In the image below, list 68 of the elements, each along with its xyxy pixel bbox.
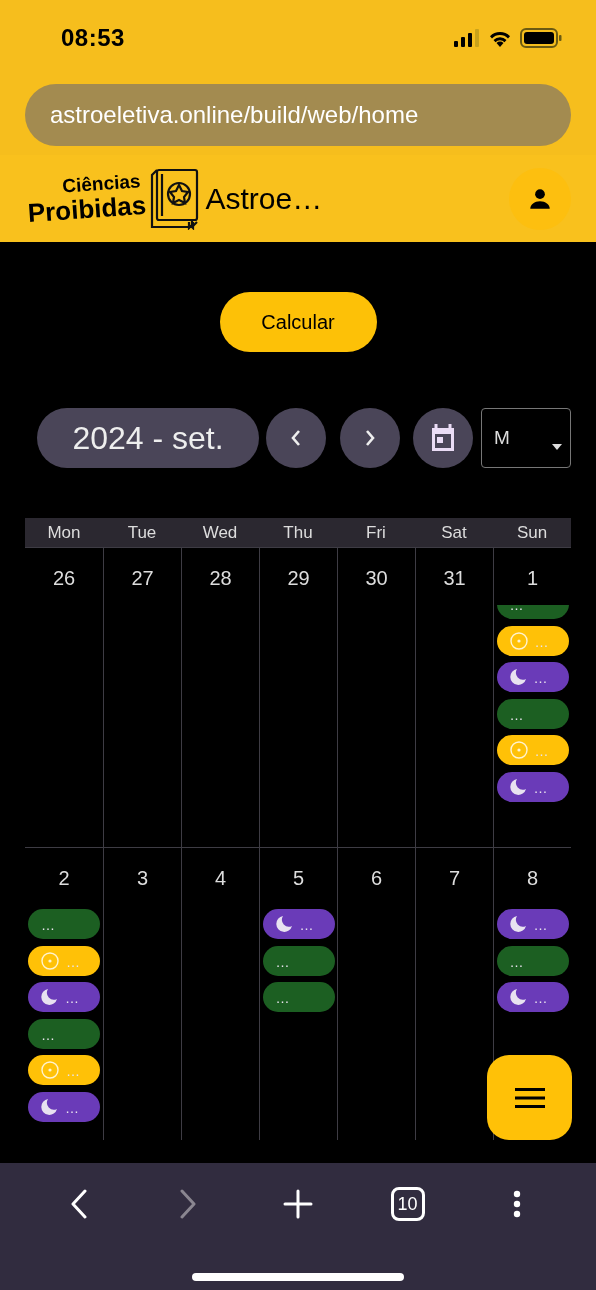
weekday-label: Sat <box>440 522 468 543</box>
moon-icon <box>39 1096 59 1117</box>
weekday-label: Tue <box>126 522 158 543</box>
chevron-right-icon <box>180 1189 197 1219</box>
event-chip[interactable]: … <box>28 1018 100 1049</box>
date-number: 31 <box>443 566 466 591</box>
date-number: 5 <box>292 866 305 891</box>
event-chip[interactable]: … <box>496 771 569 802</box>
dropdown-caret-icon <box>552 444 562 450</box>
event-chip[interactable]: … <box>28 1091 100 1122</box>
app-title: Astroe… <box>205 181 323 216</box>
event-chip[interactable]: … <box>28 909 100 939</box>
tabs-button[interactable]: 10 <box>390 1187 425 1221</box>
date-picker-button[interactable] <box>413 408 473 468</box>
plus-icon <box>283 1189 313 1219</box>
moon-icon <box>507 914 528 934</box>
date-number: 3 <box>136 866 149 891</box>
event-chip[interactable]: … <box>262 982 335 1012</box>
event-chip[interactable]: … <box>496 605 569 619</box>
view-dropdown[interactable]: M <box>481 408 571 468</box>
sun-icon <box>508 740 529 760</box>
event-chip[interactable]: … <box>496 982 569 1012</box>
weekday-label: Wed <box>201 522 239 543</box>
chevron-left-icon <box>290 428 302 448</box>
menu-icon <box>514 1086 545 1109</box>
date-number: 29 <box>287 566 310 591</box>
date-number: 6 <box>370 866 383 891</box>
chevron-left-icon <box>70 1189 87 1219</box>
date-number: 2 <box>58 866 70 891</box>
date-number: 27 <box>131 566 154 591</box>
moon-icon <box>507 667 528 687</box>
chevron-right-icon <box>364 428 376 448</box>
event-chip[interactable]: … <box>496 662 569 692</box>
weekday-label: Mon <box>46 522 82 543</box>
date-number: 7 <box>448 866 461 891</box>
logo-text: Ciências <box>61 170 142 197</box>
moon-icon <box>273 914 294 934</box>
date-number: 30 <box>365 566 388 591</box>
address-bar[interactable]: astroeletiva.online/build/web/home <box>25 84 571 146</box>
event-chip[interactable]: … <box>496 698 569 729</box>
date-number: 28 <box>209 566 232 591</box>
sun-icon <box>40 1060 60 1080</box>
event-chip[interactable]: … <box>262 945 335 976</box>
event-chip[interactable]: … <box>28 982 100 1012</box>
date-number: 26 <box>52 566 76 591</box>
calendar-icon <box>429 423 457 453</box>
month-button[interactable]: 2024 - set. <box>37 408 259 468</box>
moon-icon <box>507 987 528 1007</box>
dropdown-value: M <box>494 427 510 449</box>
calculate-button[interactable]: Calcular <box>219 292 377 352</box>
battery-icon <box>520 27 562 48</box>
menu-button[interactable] <box>487 1055 572 1140</box>
date-number: 1 <box>526 566 539 591</box>
date-number: 4 <box>214 866 227 891</box>
weekday-label: Sun <box>515 522 549 543</box>
date-number: 8 <box>526 866 539 891</box>
signal-icon <box>454 28 480 47</box>
sun-icon <box>508 630 529 651</box>
event-chip[interactable]: … <box>496 909 569 939</box>
weekday-label: Fri <box>365 522 387 543</box>
moon-icon <box>507 776 528 797</box>
weekday-label: Thu <box>282 522 314 543</box>
sun-icon <box>40 950 60 971</box>
event-chip[interactable]: … <box>496 945 569 976</box>
more-icon <box>513 1190 522 1218</box>
clock-time: 08:53 <box>61 23 125 52</box>
moon-icon <box>39 987 59 1007</box>
event-chip[interactable]: … <box>262 909 335 939</box>
